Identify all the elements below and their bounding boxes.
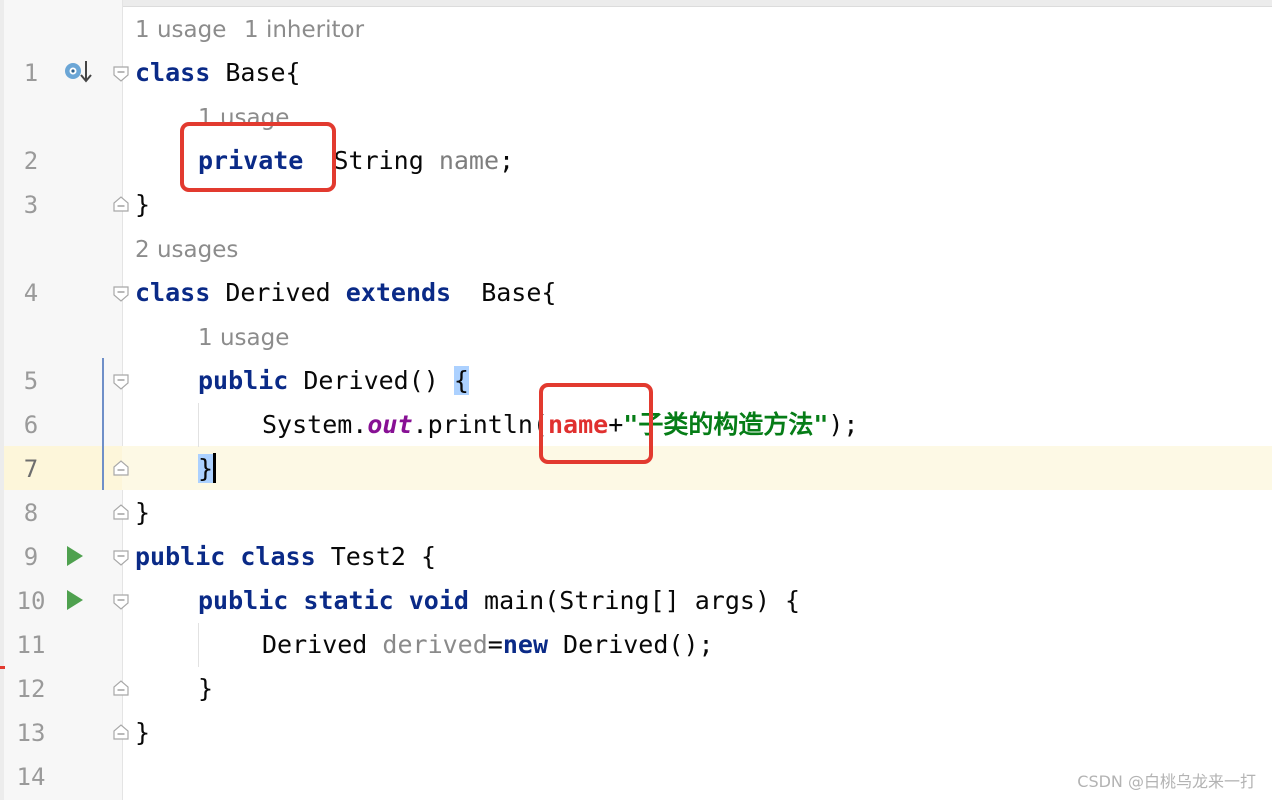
text-caret [213,453,217,483]
code-line-3[interactable]: } [135,183,150,227]
keyword: public [198,366,289,395]
usages-hint[interactable]: 1 usage [135,8,226,52]
line-number[interactable]: 5 [14,359,48,403]
fold-open-icon[interactable] [113,374,129,390]
run-icon[interactable] [66,545,84,566]
fold-open-icon[interactable] [113,550,129,566]
fold-close-icon[interactable] [113,680,129,696]
code-text: = [487,630,503,659]
implemented-icon[interactable] [64,60,96,86]
fold-close-icon[interactable] [113,196,129,212]
unused-variable: derived [382,630,488,659]
fold-close-icon[interactable] [113,724,129,740]
code-text: System. [262,410,368,439]
usages-hint[interactable]: 1 usage [198,316,289,360]
matched-brace: } [198,454,214,483]
keyword: extends [345,278,452,307]
editor-left-edge [0,0,4,800]
watermark: CSDN @白桃乌龙来一打 [1077,772,1256,791]
keyword: void [408,586,469,615]
line-number[interactable]: 2 [14,139,48,183]
line-number[interactable]: 3 [14,183,48,227]
annotation-box-name [539,383,653,464]
code-text: Derived [210,278,346,307]
code-line-5[interactable]: public Derived() { [198,359,469,403]
keyword: class [240,542,316,571]
code-text: Derived() [288,366,454,395]
keyword: new [502,630,548,659]
code-line-1[interactable]: class Base{ [135,51,301,95]
vcs-change-marker[interactable] [102,358,104,490]
run-icon[interactable] [66,589,84,610]
line-number[interactable]: 7 [14,447,48,491]
line-number[interactable]: 4 [14,271,48,315]
code-text: Test2 { [315,542,437,571]
code-text: Derived [262,630,383,659]
matched-brace: { [453,366,469,395]
indent-guide [198,623,199,667]
line-number[interactable]: 9 [14,535,48,579]
inheritors-hint[interactable]: 1 inheritor [244,8,364,52]
code-line-10[interactable]: public static void main(String[] args) { [198,579,800,623]
editor-top-border [0,0,1272,7]
code-text: ; [499,146,515,175]
code-text: Base{ [451,278,557,307]
keyword: class [135,58,211,87]
line-number[interactable]: 12 [14,667,48,711]
code-text: ); [828,410,859,439]
code-line-11[interactable]: Derived derived=new Derived(); [262,623,714,667]
fold-open-icon[interactable] [113,286,129,302]
error-stripe-mark [0,666,5,669]
code-text: Base{ [210,58,301,87]
line-number[interactable]: 10 [14,579,48,623]
code-editor[interactable]: 1 2 3 4 5 6 7 8 9 10 11 12 13 14 1 usage… [0,0,1272,800]
field-name: name [438,146,500,175]
line-number[interactable]: 8 [14,491,48,535]
code-line-8[interactable]: } [135,491,150,535]
annotation-box-private [180,122,336,192]
line-number[interactable]: 1 [14,51,48,95]
line-number[interactable]: 13 [14,711,48,755]
keyword: public [198,586,289,615]
code-line-13[interactable]: } [135,711,150,755]
string-literal: "子类的构造方法" [623,410,829,439]
code-line-12[interactable]: } [198,667,213,711]
code-text: .println( [412,410,548,439]
static-field: out [367,410,413,439]
code-line-7[interactable]: } [198,447,217,491]
fold-open-icon[interactable] [113,66,129,82]
code-line-4[interactable]: class Derived extends Base{ [135,271,556,315]
fold-close-icon[interactable] [113,460,129,476]
fold-open-icon[interactable] [113,594,129,610]
indent-guide [198,403,199,447]
line-number[interactable]: 6 [14,403,48,447]
code-line-9[interactable]: public class Test2 { [135,535,436,579]
code-text: main(String[] args) { [468,586,801,615]
keyword: static [303,586,394,615]
line-number[interactable]: 14 [14,755,48,799]
line-number[interactable]: 11 [14,623,48,667]
code-text: Derived(); [548,630,714,659]
usages-hint[interactable]: 2 usages [135,228,238,272]
fold-close-icon[interactable] [113,504,129,520]
keyword: public [135,542,226,571]
keyword: class [135,278,211,307]
